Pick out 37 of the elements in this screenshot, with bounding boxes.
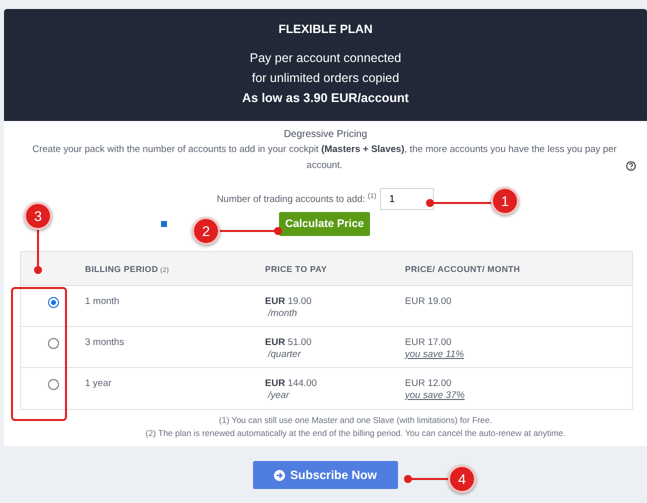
radio-button[interactable] [48, 379, 58, 390]
column-header: PRICE/ ACCOUNT/ MONTH [405, 264, 522, 274]
leader-dot [404, 475, 412, 483]
help-icon[interactable] [626, 161, 636, 171]
price-to-pay: EUR 144.00 [265, 378, 317, 390]
plan-tagline: Pay per account connected [250, 50, 402, 67]
accounts-input[interactable]: 1 [380, 188, 434, 210]
price-to-pay: EUR 19.00 [265, 296, 312, 308]
price-period: /year [268, 390, 290, 402]
leader-line [37, 229, 39, 269]
callout-marker: 4 [448, 465, 476, 493]
section-title: Degressive Pricing [284, 128, 368, 142]
price-period: /month [268, 308, 298, 320]
radio-button[interactable] [48, 297, 58, 308]
plan-title: FLEXIBLE PLAN [278, 22, 372, 36]
billing-period: 1 year [85, 378, 112, 390]
accounts-label: Number of trading accounts to add: $^{(1)}$ [216, 192, 376, 206]
square-icon [161, 221, 168, 227]
column-header: PRICE TO PAY [265, 264, 328, 274]
plan-price-highlight: As low as 3.90 EUR/account [242, 90, 409, 107]
price-to-pay: EUR 51.00 [265, 337, 312, 349]
saving-link[interactable]: you save 11% [405, 349, 464, 361]
radio-button[interactable] [48, 338, 58, 349]
pricing-description: Create your pack with the number of accounts to add in your cockpit (Masters + Slaves), the more accounts you have the less you pay per account. [31, 143, 618, 173]
subscribe-button[interactable]: Subscribe Now [253, 461, 398, 489]
footnote: (2) The plan is renewed automatically at the end of the billing period. You can cancel the auto-renew at anytime. [146, 427, 566, 440]
billing-period: 3 months [85, 337, 126, 349]
billing-period: 1 month [85, 296, 120, 308]
plan-tagline: for unlimited orders copied [252, 70, 400, 87]
price-period: /quarter [268, 349, 301, 361]
footnote: (1) You can still use one Master and one Slave (with limitations) for Free. [218, 414, 492, 427]
saving-link[interactable]: you save 37% [405, 390, 465, 402]
arrow-circle-icon [274, 470, 286, 480]
price-per-account: EUR 19.00 [405, 296, 452, 308]
price-per-account: EUR 12.00 [405, 378, 452, 390]
price-per-account: EUR 17.00 [405, 337, 452, 349]
calculate-price-button[interactable]: Calculate Price [279, 212, 370, 236]
